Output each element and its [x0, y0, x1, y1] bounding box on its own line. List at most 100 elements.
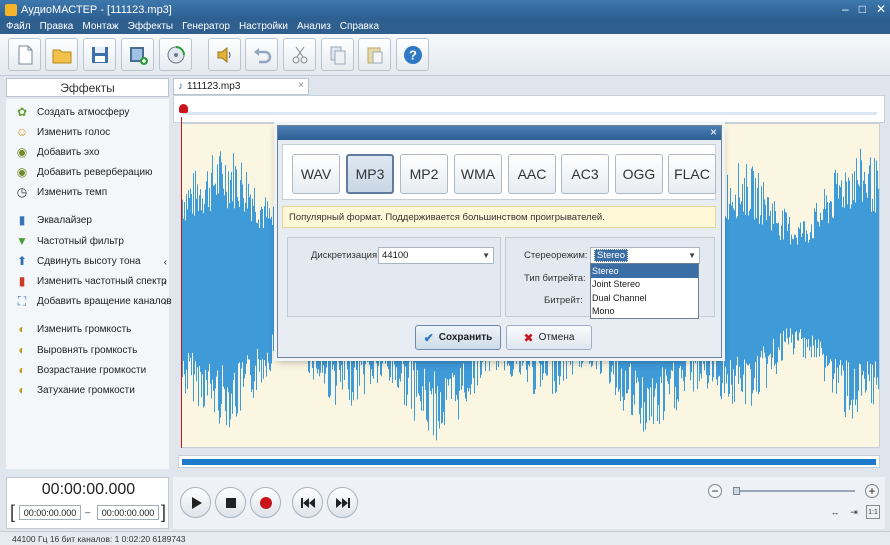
sample-rate-select[interactable]: 44100 ▼: [378, 247, 494, 264]
add-audio-button[interactable]: [121, 38, 154, 71]
timeline-ruler[interactable]: [173, 95, 885, 123]
fit-width-icon[interactable]: ↔: [828, 505, 842, 519]
effect-pitch[interactable]: ⬆ Сдвинуть высоту тона: [15, 253, 175, 269]
rewind-start-button[interactable]: [292, 487, 323, 518]
effects-header[interactable]: Эффекты: [6, 78, 169, 97]
effect-filter[interactable]: ▼ Частотный фильтр: [15, 233, 124, 249]
format-mp2-button[interactable]: MP2: [400, 154, 448, 194]
save-format-dialog: × WAV MP3 MP2 WMA AAC AC3 OGG FLAC Попул…: [277, 125, 722, 358]
effect-spectrum[interactable]: ▮ Изменить частотный спектр: [15, 273, 175, 289]
paste-icon: [367, 47, 382, 63]
sample-rate-label: Дискретизация:: [311, 250, 380, 261]
fit-selection-icon[interactable]: ⇥: [847, 505, 861, 519]
help-button[interactable]: ?: [396, 38, 429, 71]
stereo-select[interactable]: Stereo ▼: [590, 247, 700, 264]
save-button[interactable]: ✔ Сохранить: [415, 325, 501, 350]
cut-button[interactable]: [283, 38, 316, 71]
pitch-icon: ⬆: [16, 254, 28, 268]
stop-icon: [225, 497, 236, 508]
fade-in-icon: ◐: [18, 363, 26, 377]
menu-help[interactable]: Справка: [340, 21, 379, 32]
effect-fade-out[interactable]: ◐ Затухание громкости: [15, 382, 134, 398]
format-wav-button[interactable]: WAV: [292, 154, 340, 194]
dialog-close-icon[interactable]: ×: [710, 125, 717, 139]
minimize-icon[interactable]: –: [842, 2, 849, 16]
effect-reverb[interactable]: ◉ Добавить реверберацию: [15, 164, 153, 180]
record-cd-button[interactable]: [159, 38, 192, 71]
zoom-slider[interactable]: [733, 490, 855, 492]
format-info: Популярный формат. Поддерживается больши…: [282, 206, 716, 228]
chevron-left-icon[interactable]: ‹: [164, 297, 167, 308]
help-icon: ?: [403, 45, 422, 64]
format-wma-button[interactable]: WMA: [454, 154, 502, 194]
zoom-1-1-icon[interactable]: 1:1: [866, 505, 880, 519]
menu-montage[interactable]: Монтаж: [82, 21, 118, 32]
bitrate-label: Битрейт:: [544, 295, 583, 306]
maximize-icon[interactable]: □: [859, 2, 866, 16]
effect-echo[interactable]: ◉ Добавить эхо: [15, 144, 100, 160]
chevron-left-icon[interactable]: ‹: [164, 277, 167, 288]
close-window-icon[interactable]: ✕: [876, 2, 886, 16]
scissors-icon: [292, 46, 307, 63]
menu-file[interactable]: Файл: [6, 21, 31, 32]
record-button[interactable]: [250, 487, 281, 518]
open-file-button[interactable]: [45, 38, 78, 71]
menu-effects[interactable]: Эффекты: [128, 21, 173, 32]
format-ogg-button[interactable]: OGG: [615, 154, 663, 194]
effect-equalizer[interactable]: ▮ Эквалайзер: [15, 212, 92, 228]
menu-analysis[interactable]: Анализ: [297, 21, 331, 32]
floppy-icon: [91, 46, 108, 63]
bitrate-type-label: Тип битрейта:: [524, 273, 586, 284]
play-selection-button[interactable]: [208, 38, 241, 71]
stereo-dropdown-list: Stereo Joint Stereo Dual Channel Mono: [590, 263, 699, 319]
undo-icon: [253, 47, 271, 63]
stereo-option[interactable]: Mono: [591, 305, 698, 319]
status-bar: 44100 Гц 16 бит каналов: 1 0:02:20 61897…: [0, 531, 890, 545]
sample-rate-group: Дискретизация: 44100 ▼: [287, 237, 501, 317]
copy-button[interactable]: [321, 38, 354, 71]
stereo-option[interactable]: Stereo: [591, 264, 698, 278]
menu-generator[interactable]: Генератор: [182, 21, 230, 32]
timeline-track: [182, 112, 877, 115]
zoom-slider-thumb[interactable]: [733, 487, 741, 495]
effect-normalize[interactable]: ◐ Выровнять громкость: [15, 342, 137, 358]
effect-tempo[interactable]: ◷ Изменить темп: [15, 184, 107, 200]
stereo-option[interactable]: Dual Channel: [591, 291, 698, 305]
menu-settings[interactable]: Настройки: [239, 21, 288, 32]
effect-voice[interactable]: ☺ Изменить голос: [15, 124, 110, 140]
effect-rotation[interactable]: ⛶ Добавить вращение каналов: [15, 293, 175, 309]
tab-file[interactable]: ♪ 111123.mp3 ×: [173, 78, 309, 95]
zoom-out-button[interactable]: −: [708, 484, 722, 498]
selection-end-field[interactable]: 00:00:00.000: [97, 505, 159, 520]
format-flac-button[interactable]: FLAC: [668, 154, 716, 194]
chevron-left-icon[interactable]: ‹: [164, 257, 167, 268]
close-tab-icon[interactable]: ×: [298, 80, 304, 91]
effect-fade-in[interactable]: ◐ Возрастание громкости: [15, 362, 146, 378]
echo-icon: ◉: [16, 145, 28, 159]
play-button[interactable]: [180, 487, 211, 518]
fade-out-icon: ◐: [18, 383, 26, 397]
zoom-in-button[interactable]: +: [865, 484, 879, 498]
horizontal-scrollbar[interactable]: [178, 455, 880, 468]
stop-button[interactable]: [215, 487, 246, 518]
stereo-option[interactable]: Joint Stereo: [591, 278, 698, 292]
toolbar: ?: [0, 34, 890, 76]
scrollbar-thumb[interactable]: [182, 459, 876, 465]
cancel-button[interactable]: ✖ Отмена: [506, 325, 592, 350]
playhead-line: [181, 117, 182, 448]
format-mp3-button[interactable]: MP3: [346, 154, 394, 194]
left-bracket: [: [10, 502, 16, 522]
selection-start-field[interactable]: 00:00:00.000: [19, 505, 81, 520]
format-aac-button[interactable]: AAC: [508, 154, 556, 194]
paste-button[interactable]: [358, 38, 391, 71]
tab-file-label: 111123.mp3: [187, 81, 241, 92]
save-file-button[interactable]: [83, 38, 116, 71]
format-ac3-button[interactable]: AC3: [561, 154, 609, 194]
effect-atmosphere[interactable]: ✿ Создать атмосферу: [15, 104, 129, 120]
menu-edit[interactable]: Правка: [40, 21, 74, 32]
new-file-button[interactable]: [8, 38, 41, 71]
effect-volume[interactable]: ◐ Изменить громкость: [15, 321, 131, 337]
playhead-marker[interactable]: [179, 104, 188, 113]
forward-end-button[interactable]: [327, 487, 358, 518]
undo-button[interactable]: [245, 38, 278, 71]
